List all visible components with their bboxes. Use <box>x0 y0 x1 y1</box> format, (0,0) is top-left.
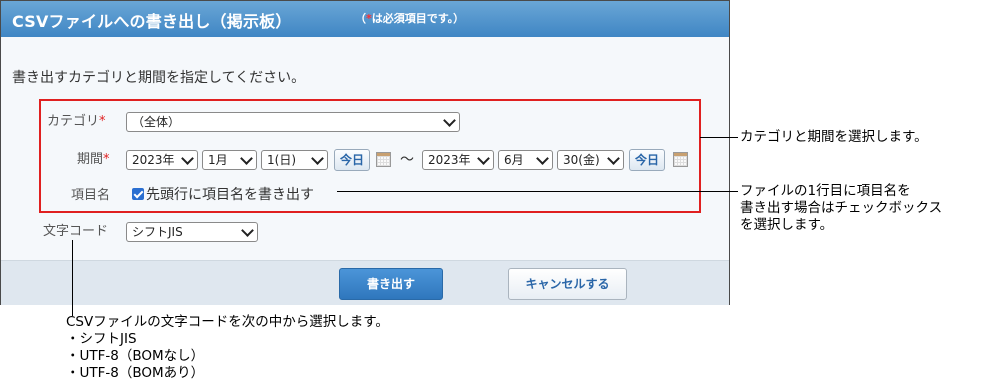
chevron-down-icon <box>240 152 253 165</box>
dialog-footer: 書き出す キャンセルする <box>1 260 729 305</box>
dialog-body: 書き出すカテゴリと期間を指定してください。 カテゴリ* （全体） 期間* 202… <box>1 37 729 260</box>
end-month-select[interactable]: 6月 <box>498 150 553 170</box>
callout-encoding-line4: ・UTF-8（BOMあり） <box>66 365 205 381</box>
callout-encoding-line2: ・シフトJIS <box>66 331 137 347</box>
required-note: （*は必須項目です。） <box>355 12 465 25</box>
callout-encoding-line3: ・UTF-8（BOMなし） <box>66 348 205 364</box>
callout-item-name-line3: を選択します。 <box>740 217 834 233</box>
dialog-title: CSVファイルへの書き出し（掲示板） <box>12 12 292 31</box>
callout-line-item-name <box>337 191 738 192</box>
period-separator: 〜 <box>400 152 414 168</box>
chevron-down-icon <box>311 152 324 165</box>
chevron-down-icon <box>477 152 490 165</box>
cancel-button[interactable]: キャンセルする <box>508 268 627 300</box>
instruction-text: 書き出すカテゴリと期間を指定してください。 <box>12 70 306 86</box>
start-month-select[interactable]: 1月 <box>202 150 257 170</box>
start-day-select[interactable]: 1(日) <box>261 150 328 170</box>
chevron-down-icon <box>536 152 549 165</box>
category-label: カテゴリ* <box>47 114 106 129</box>
item-name-label: 項目名 <box>71 188 111 203</box>
header-row-checkbox[interactable] <box>132 188 144 200</box>
csv-export-dialog: CSVファイルへの書き出し（掲示板） （*は必須項目です。） 書き出すカテゴリと… <box>0 0 730 305</box>
start-today-button[interactable]: 今日 <box>334 149 370 171</box>
callout-item-name-line1: ファイルの1行目に項目名を <box>740 183 911 199</box>
end-year-select[interactable]: 2023年 <box>422 150 494 170</box>
start-year-select[interactable]: 2023年 <box>126 150 198 170</box>
encoding-label: 文字コード <box>43 224 109 239</box>
callout-encoding-line1: CSVファイルの文字コードを次の中から選択します。 <box>66 314 389 330</box>
callout-line-encoding <box>72 240 73 316</box>
end-day-select[interactable]: 30(金) <box>557 150 624 170</box>
category-select[interactable]: （全体） <box>126 112 460 132</box>
period-label: 期間* <box>77 152 110 167</box>
chevron-down-icon <box>241 224 254 237</box>
chevron-down-icon <box>443 114 456 127</box>
start-calendar-icon[interactable] <box>376 152 391 167</box>
callout-item-name-line2: 書き出す場合はチェックボックス <box>740 200 943 216</box>
dialog-header: CSVファイルへの書き出し（掲示板） （*は必須項目です。） <box>1 1 729 37</box>
callout-category-period: カテゴリと期間を選択します。 <box>740 129 928 145</box>
chevron-down-icon <box>607 152 620 165</box>
header-row-checkbox-label[interactable]: 先頭行に項目名を書き出す <box>146 184 314 204</box>
callout-line-category-period <box>700 137 738 138</box>
encoding-select[interactable]: シフトJIS <box>126 222 258 242</box>
export-button[interactable]: 書き出す <box>339 268 443 300</box>
end-today-button[interactable]: 今日 <box>629 149 665 171</box>
chevron-down-icon <box>181 152 194 165</box>
end-calendar-icon[interactable] <box>673 152 688 167</box>
